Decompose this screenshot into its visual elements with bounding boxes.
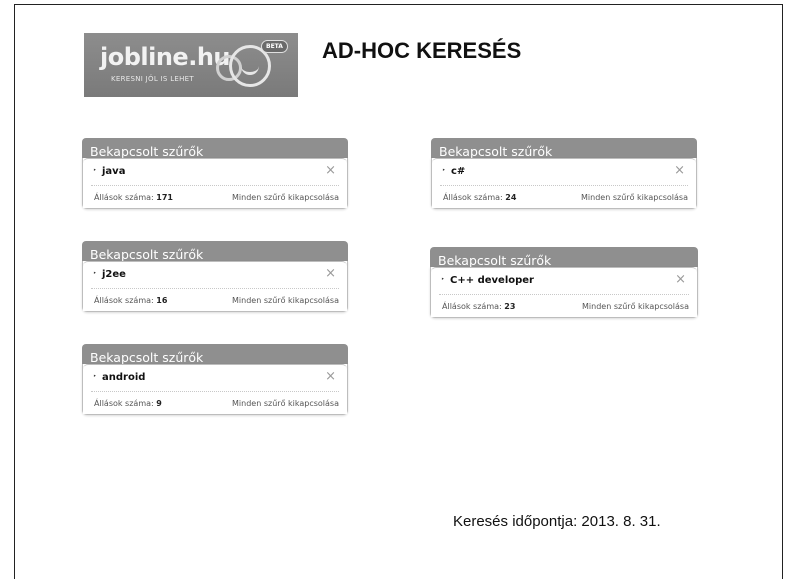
panel-footer: Állások száma: 23 Minden szűrő kikapcsol… [439,295,689,317]
panel-body: ‣ java × Állások száma: 171 Minden szűrő… [82,158,348,209]
search-timestamp: Keresés időpontja: 2013. 8. 31. [453,513,661,530]
jobline-logo: jobline.hu KERESNI JÓL IS LEHET BETA [84,33,298,97]
filter-row: ‣ java × [91,159,339,186]
panel-body: ‣ c# × Állások száma: 24 Minden szűrő ki… [431,158,697,209]
panel-body: ‣ C++ developer × Állások száma: 23 Mind… [430,267,698,318]
panel-footer: Állások száma: 171 Minden szűrő kikapcso… [91,186,339,208]
filter-row: ‣ android × [91,365,339,392]
job-count: Állások száma: 9 [94,399,162,408]
panel-body: ‣ android × Állások száma: 9 Minden szűr… [82,364,348,415]
disable-all-filters-link[interactable]: Minden szűrő kikapcsolása [232,296,339,305]
close-icon[interactable]: × [675,272,686,287]
filter-term: c# [451,166,466,177]
job-count: Állások száma: 23 [442,302,516,311]
panel-footer: Állások száma: 9 Minden szűrő kikapcsolá… [91,392,339,414]
job-count-value: 16 [156,296,168,305]
filter-term: C++ developer [450,275,534,286]
job-count-value: 24 [505,193,517,202]
page-title: AD-HOC KERESÉS [322,38,522,63]
panel-footer: Állások száma: 24 Minden szűrő kikapcsol… [440,186,688,208]
active-filters-panel-java: Bekapcsolt szűrők ‣ java × Állások száma… [82,138,348,209]
active-filters-panel-cpp-developer: Bekapcsolt szűrők ‣ C++ developer × Állá… [430,247,698,318]
active-filters-panel-android: Bekapcsolt szűrők ‣ android × Állások sz… [82,344,348,415]
close-icon[interactable]: × [674,163,685,178]
close-icon[interactable]: × [325,163,336,178]
bullet-icon: ‣ [442,168,446,174]
close-icon[interactable]: × [325,266,336,281]
job-count-value: 23 [504,302,516,311]
beta-badge: BETA [261,40,288,53]
panel-body: ‣ j2ee × Állások száma: 16 Minden szűrő … [82,261,348,312]
filter-row: ‣ j2ee × [91,262,339,289]
disable-all-filters-link[interactable]: Minden szűrő kikapcsolása [582,302,689,311]
active-filters-panel-csharp: Bekapcsolt szűrők ‣ c# × Állások száma: … [431,138,697,209]
disable-all-filters-link[interactable]: Minden szűrő kikapcsolása [581,193,688,202]
bullet-icon: ‣ [93,271,97,277]
logo-tagline: KERESNI JÓL IS LEHET [111,75,194,83]
job-count-value: 9 [156,399,162,408]
filter-row: ‣ c# × [440,159,688,186]
job-count: Állások száma: 171 [94,193,173,202]
filter-term: java [102,166,126,177]
logo-name: jobline.hu [100,43,231,71]
job-count: Állások száma: 16 [94,296,168,305]
job-count: Állások száma: 24 [443,193,517,202]
job-count-value: 171 [156,193,173,202]
filter-term: android [102,372,146,383]
bullet-icon: ‣ [93,168,97,174]
active-filters-panel-j2ee: Bekapcsolt szűrők ‣ j2ee × Állások száma… [82,241,348,312]
filter-term: j2ee [102,269,126,280]
disable-all-filters-link[interactable]: Minden szűrő kikapcsolása [232,399,339,408]
bullet-icon: ‣ [93,374,97,380]
panel-footer: Állások száma: 16 Minden szűrő kikapcsol… [91,289,339,311]
disable-all-filters-link[interactable]: Minden szűrő kikapcsolása [232,193,339,202]
close-icon[interactable]: × [325,369,336,384]
filter-row: ‣ C++ developer × [439,268,689,295]
bullet-icon: ‣ [441,277,445,283]
